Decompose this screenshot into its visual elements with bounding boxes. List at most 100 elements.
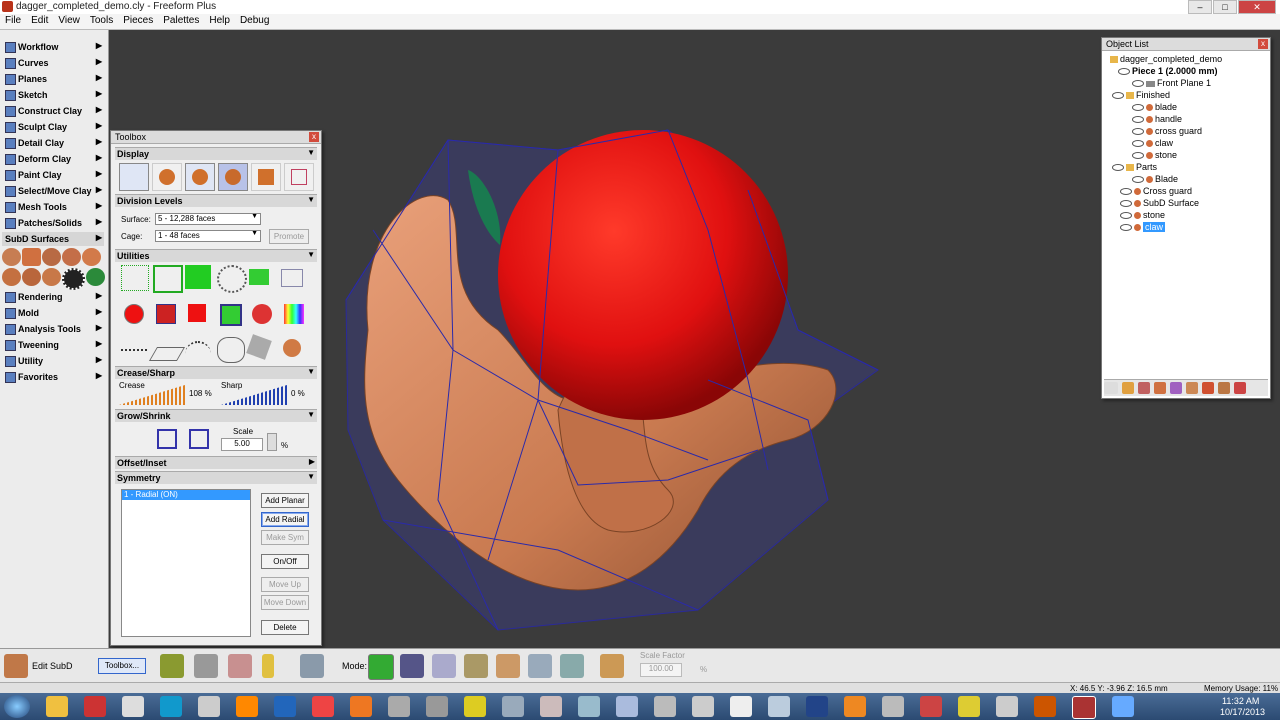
eye-icon[interactable] <box>1132 104 1144 112</box>
select-vertices-icon[interactable] <box>121 265 149 291</box>
eye-icon[interactable] <box>1132 116 1144 124</box>
scale-spinner[interactable] <box>267 433 277 451</box>
app-taskbar-icon-7[interactable] <box>616 696 638 717</box>
skype-taskbar-icon[interactable] <box>160 696 182 717</box>
subd-tool-6-icon[interactable] <box>2 268 21 286</box>
menu-palettes[interactable]: Palettes <box>158 14 204 29</box>
app-taskbar-icon-3[interactable] <box>464 696 486 717</box>
section-crease-sharp[interactable]: Crease/Sharp ▼ <box>115 366 317 379</box>
wire-sphere-icon[interactable] <box>217 337 245 363</box>
rotate-icon[interactable] <box>432 654 456 678</box>
curve-obj-icon[interactable] <box>1154 382 1166 394</box>
scale-icon[interactable] <box>464 654 488 678</box>
abc-icon[interactable] <box>1104 382 1118 394</box>
menu-file[interactable]: File <box>0 14 26 29</box>
grow-icon[interactable] <box>157 429 177 449</box>
minimize-button[interactable]: – <box>1188 0 1212 14</box>
shrink-icon[interactable] <box>189 429 209 449</box>
color-spectrum-icon[interactable] <box>284 304 304 324</box>
menu-view[interactable]: View <box>53 14 85 29</box>
chrome-taskbar-icon[interactable] <box>312 696 334 717</box>
tool-c-icon[interactable] <box>228 654 252 678</box>
app-taskbar-icon-15[interactable] <box>958 696 980 717</box>
display-box-button[interactable] <box>251 163 281 191</box>
dotted-line-icon[interactable] <box>121 349 147 357</box>
sidebar-item-workflow[interactable]: Workflow ▶ <box>2 40 104 54</box>
eye-icon[interactable] <box>1132 128 1144 136</box>
select-all-icon[interactable] <box>185 265 211 289</box>
scale-factor-input[interactable]: 100.00 <box>640 663 682 677</box>
sidebar-item-mold[interactable]: Mold ▶ <box>2 306 104 320</box>
menu-help[interactable]: Help <box>204 14 235 29</box>
sidebar-item-rendering[interactable]: Rendering ▶ <box>2 290 104 304</box>
sidebar-item-deform-clay[interactable]: Deform Clay ▶ <box>2 152 104 166</box>
app-taskbar-icon-5[interactable] <box>540 696 562 717</box>
add-radial-button[interactable]: Add Radial <box>261 512 309 527</box>
app-taskbar-icon-12[interactable] <box>806 696 828 717</box>
delete-faces-icon[interactable] <box>156 304 176 324</box>
promote-button[interactable]: Promote <box>269 229 309 244</box>
tool-b-icon[interactable] <box>194 654 218 678</box>
move-icon[interactable] <box>400 654 424 678</box>
select-faces-icon[interactable] <box>153 265 183 293</box>
cage-level-select[interactable]: 1 - 48 faces ▼ <box>155 230 261 242</box>
sidebar-item-planes[interactable]: Planes ▶ <box>2 72 104 86</box>
ie-taskbar-icon[interactable] <box>274 696 296 717</box>
tree-item-subd-surface[interactable]: SubD Surface <box>1120 198 1199 208</box>
tree-item-stone[interactable]: stone <box>1132 150 1177 160</box>
menu-tools[interactable]: Tools <box>85 14 118 29</box>
sidebar-item-utility[interactable]: Utility ▶ <box>2 354 104 368</box>
delete-button[interactable]: Delete <box>261 620 309 635</box>
tree-item-cross-guard-top[interactable]: Cross guard <box>1120 186 1192 196</box>
subd-tool-7-icon[interactable] <box>22 268 41 286</box>
app-taskbar-icon-9[interactable] <box>692 696 714 717</box>
subd-torus-tool-icon[interactable] <box>42 248 61 266</box>
close-button[interactable]: ✕ <box>1238 0 1276 14</box>
edit-subd-icon[interactable] <box>4 654 28 678</box>
eye-icon[interactable] <box>1120 188 1132 196</box>
app-taskbar-icon-17[interactable] <box>1034 696 1056 717</box>
eye-icon[interactable] <box>1132 176 1144 184</box>
blender-taskbar-icon[interactable] <box>844 696 866 717</box>
menu-pieces[interactable]: Pieces <box>118 14 158 29</box>
sidebar-item-construct-clay[interactable]: Construct Clay ▶ <box>2 104 104 118</box>
app-taskbar-icon-10[interactable] <box>730 696 752 717</box>
toolbox-title-bar[interactable]: Toolbox x <box>111 131 321 144</box>
subd-tool-10-icon[interactable] <box>86 268 105 286</box>
subd-obj-icon[interactable] <box>1202 382 1214 394</box>
list-item[interactable]: 1 - Radial (ON) <box>122 490 250 500</box>
vlc-taskbar-icon[interactable] <box>236 696 258 717</box>
tool-a-icon[interactable] <box>160 654 184 678</box>
add-planar-button[interactable]: Add Planar <box>261 493 309 508</box>
section-symmetry[interactable]: Symmetry ▼ <box>115 471 317 484</box>
sidebar-item-detail-clay[interactable]: Detail Clay ▶ <box>2 136 104 150</box>
record-icon[interactable] <box>124 304 144 324</box>
tree-item-stone-top[interactable]: stone <box>1120 210 1165 220</box>
eye-icon[interactable] <box>1120 200 1132 208</box>
tree-parts[interactable]: Parts <box>1112 162 1157 172</box>
tree-item-handle[interactable]: handle <box>1132 114 1182 124</box>
show-hidden-icon[interactable] <box>249 269 269 285</box>
clay-ball-icon[interactable] <box>283 339 301 357</box>
subd-extrude-tool-icon[interactable] <box>82 248 101 266</box>
eye-icon[interactable] <box>1132 140 1144 148</box>
transform-icon[interactable] <box>496 654 520 678</box>
eye-icon[interactable] <box>1120 224 1132 232</box>
gmail-taskbar-icon[interactable] <box>84 696 106 717</box>
subd-cylinder-tool-icon[interactable] <box>62 248 81 266</box>
app-taskbar-icon-1[interactable] <box>388 696 410 717</box>
clay-obj-icon[interactable] <box>1186 382 1198 394</box>
subd-checker-tool-icon[interactable] <box>62 268 85 290</box>
system-tray-icon[interactable] <box>1112 696 1134 717</box>
delete-obj-icon[interactable] <box>1234 382 1246 394</box>
display-both-button[interactable] <box>185 163 215 191</box>
tool-d-icon[interactable] <box>262 654 274 678</box>
eye-icon[interactable] <box>1132 152 1144 160</box>
sidebar-item-select-move-clay[interactable]: Select/Move Clay ▶ <box>2 184 104 198</box>
tool-e-icon[interactable] <box>300 654 324 678</box>
eye-icon[interactable] <box>1132 80 1144 88</box>
eye-icon[interactable] <box>1112 92 1124 100</box>
toolbox-close-button[interactable]: x <box>309 132 319 142</box>
scale-input[interactable]: 5.00 <box>221 438 263 451</box>
eye-icon[interactable] <box>1120 212 1132 220</box>
